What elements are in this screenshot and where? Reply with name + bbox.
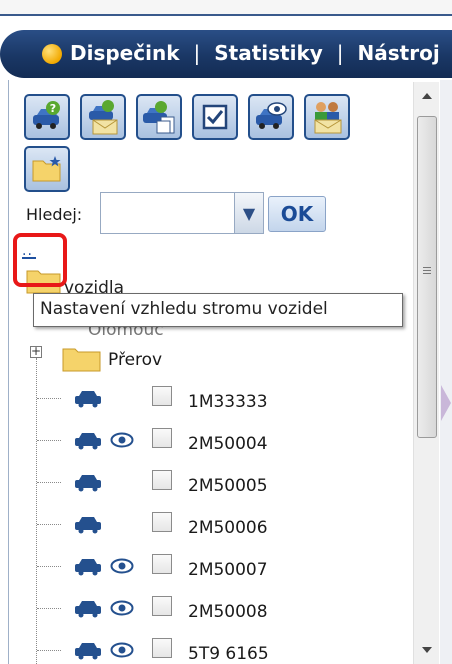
scroll-up-button[interactable] <box>414 82 440 110</box>
menu-item-statistiky[interactable]: Statistiky <box>214 41 323 65</box>
people-mail-button[interactable] <box>304 94 350 140</box>
tree-connector <box>37 398 61 399</box>
vehicle-label[interactable]: 5T9 6165 <box>188 644 269 664</box>
window-top-border <box>0 14 452 16</box>
car-icon[interactable] <box>74 388 102 408</box>
car-icon[interactable] <box>74 514 102 534</box>
vehicle-label[interactable]: 2M50004 <box>188 434 268 454</box>
tooltip: Nastavení vzhledu stromu vozidel <box>33 293 403 327</box>
folder-icon <box>62 348 101 372</box>
search-ok-button[interactable]: OK <box>268 196 326 232</box>
vehicle-checkbox[interactable] <box>152 470 172 490</box>
status-dot-icon <box>42 44 62 64</box>
vertical-scrollbar[interactable] <box>413 82 439 664</box>
tree-connector <box>37 524 61 525</box>
search-dropdown-button[interactable]: ▼ <box>234 192 264 234</box>
car-icon[interactable] <box>74 598 102 618</box>
expand-toggle[interactable]: + <box>30 345 42 358</box>
svg-text:?: ? <box>50 102 56 115</box>
car-question-copy-icon <box>143 101 175 134</box>
select-all-button[interactable] <box>192 94 238 140</box>
car-eye-icon <box>256 102 287 129</box>
arrow-up-icon <box>422 93 432 99</box>
grip-icon <box>423 267 431 276</box>
scroll-down-button[interactable] <box>414 636 440 664</box>
vehicle-label[interactable]: 2M50006 <box>188 518 268 538</box>
eye-icon[interactable] <box>110 431 134 449</box>
car-watch-button[interactable] <box>248 94 294 140</box>
car-icon[interactable] <box>74 556 102 576</box>
menu-item-dispecink[interactable]: Dispečink <box>70 41 180 65</box>
eye-icon[interactable] <box>110 599 134 617</box>
vehicle-label[interactable]: 2M50008 <box>188 602 268 622</box>
menu-separator: | <box>193 41 201 65</box>
search-input[interactable] <box>100 192 236 234</box>
car-icon[interactable] <box>74 640 102 660</box>
vehicle-checkbox[interactable] <box>152 638 172 658</box>
highlight-box <box>13 233 67 287</box>
car-question-copy-button[interactable] <box>136 94 182 140</box>
splitter-strip[interactable] <box>440 80 452 664</box>
vehicle-label[interactable]: 2M50007 <box>188 560 268 580</box>
vehicle-label[interactable]: 1M33333 <box>188 392 268 412</box>
vehicle-checkbox[interactable] <box>152 386 172 406</box>
car-question-mail-button[interactable] <box>80 94 126 140</box>
car-icon[interactable] <box>74 430 102 450</box>
menu-items: Dispečink | Statistiky | Nástroj <box>70 41 440 65</box>
chevron-down-icon: ▼ <box>242 203 256 223</box>
tree-connector <box>37 482 61 483</box>
menu-separator: | <box>336 41 344 65</box>
tree-connector <box>37 440 61 441</box>
menu-item-nastroje[interactable]: Nástroj <box>358 41 440 65</box>
search-label: Hledej: <box>26 205 83 224</box>
car-question-mail-icon <box>89 100 118 135</box>
main-menu-bar: Dispečink | Statistiky | Nástroj <box>0 30 452 78</box>
folder-star-icon <box>32 156 61 182</box>
vehicle-checkbox[interactable] <box>152 512 172 532</box>
eye-icon[interactable] <box>110 557 134 575</box>
tree-connector <box>37 650 61 651</box>
arrow-down-icon <box>422 647 432 653</box>
folder-favorite-button[interactable] <box>24 146 70 192</box>
tree-guide-line <box>36 358 37 664</box>
car-icon[interactable] <box>74 472 102 492</box>
vehicle-label[interactable]: 2M50005 <box>188 476 268 496</box>
scroll-thumb[interactable] <box>417 116 437 438</box>
window-top-area <box>0 0 452 14</box>
vehicle-checkbox[interactable] <box>152 428 172 448</box>
checkbox-icon <box>202 104 228 130</box>
tree-branch-label[interactable]: Přerov <box>108 350 162 370</box>
vehicle-checkbox[interactable] <box>152 554 172 574</box>
car-question-icon: ? <box>33 101 60 129</box>
collapse-arrow-icon[interactable] <box>441 385 451 421</box>
vehicle-checkbox[interactable] <box>152 596 172 616</box>
tree-connector <box>37 608 61 609</box>
car-question-button[interactable]: ? <box>24 94 70 140</box>
tree-connector <box>37 566 61 567</box>
people-mail-icon <box>314 102 342 134</box>
eye-icon[interactable] <box>110 641 134 659</box>
